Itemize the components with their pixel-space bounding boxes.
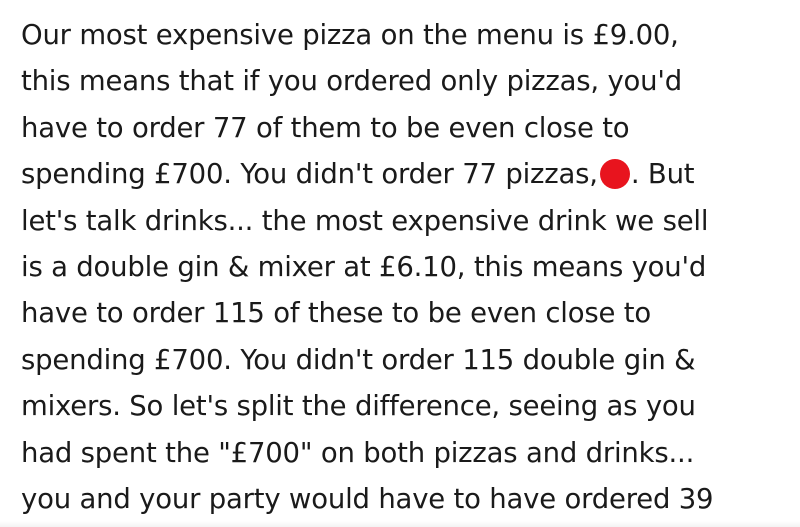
text-segment: spending £700. You didn't order 77 pizza… <box>21 158 598 191</box>
text-line: this means that if you ordered only pizz… <box>21 65 683 98</box>
text-line: spending £700. You didn't order 115 doub… <box>21 343 696 376</box>
text-line: have to order 77 of them to be even clos… <box>21 111 630 144</box>
text-line: mixers. So let's split the difference, s… <box>21 390 696 423</box>
review-reply-text: Our most expensive pizza on the menu is … <box>21 12 791 522</box>
redaction-mark <box>599 159 630 190</box>
text-segment: . But <box>630 158 695 191</box>
text-line: Our most expensive pizza on the menu is … <box>21 19 679 51</box>
text-line: had spent the "£700" on both pizzas and … <box>21 436 695 469</box>
text-line: is a double gin & mixer at £6.10, this m… <box>21 250 707 283</box>
text-line: spending £700. You didn't order 77 pizza… <box>21 151 791 197</box>
text-line: have to order 115 of these to be even cl… <box>21 297 651 330</box>
bottom-edge-shadow <box>0 521 800 527</box>
text-line: let's talk drinks... the most expensive … <box>21 204 709 237</box>
text-line: you and your party would have to have or… <box>21 482 714 515</box>
